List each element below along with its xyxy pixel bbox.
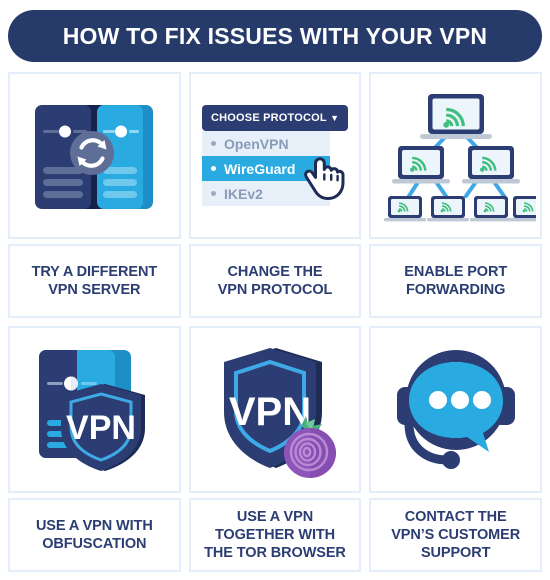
monitor-mid-left — [391, 145, 450, 183]
bullet-icon — [210, 141, 216, 146]
headset-chat-bubble-icon — [396, 350, 515, 469]
hand-cursor-icon — [304, 157, 345, 200]
page-header-banner: HOW TO FIX ISSUES WITH YOUR VPN — [8, 10, 542, 62]
card-label: USE A VPN TOGETHER WITH THE TOR BROWSER — [204, 508, 346, 562]
card-label: CHANGE THE VPN PROTOCOL — [217, 263, 333, 298]
dot-icon — [428, 391, 447, 409]
choose-protocol-button[interactable]: CHOOSE PROTOCOL ▼ — [201, 105, 348, 131]
card-label: ENABLE PORT FORWARDING — [404, 263, 508, 298]
label-box-change-vpn-protocol: CHANGE THE VPN PROTOCOL — [188, 244, 362, 318]
monitor-bottom-1 — [383, 195, 426, 221]
card-use-vpn-with-obfuscation[interactable]: VPN USE A VPN WITH OBFUSCATION — [8, 326, 181, 572]
protocol-dropdown[interactable]: CHOOSE PROTOCOL ▼ OpenVPN WireGuard IKEv… — [201, 105, 348, 206]
network-tree-monitors-icon — [383, 93, 536, 221]
vpn-shield-tor-onion-icon: VPN — [223, 347, 336, 478]
label-box-contact-customer-support: CONTACT THE VPN’S CUSTOMER SUPPORT — [369, 498, 542, 572]
card-enable-port-forwarding[interactable]: ENABLE PORT FORWARDING — [369, 72, 542, 318]
icon-box-try-different-vpn-server — [8, 72, 181, 239]
bullet-icon — [210, 191, 216, 196]
icon-box-change-vpn-protocol: CHOOSE PROTOCOL ▼ OpenVPN WireGuard IKEv… — [188, 72, 362, 239]
card-label: CONTACT THE VPN’S CUSTOMER SUPPORT — [391, 508, 521, 562]
icon-box-use-vpn-with-obfuscation: VPN — [8, 326, 181, 493]
card-label: TRY A DIFFERENT VPN SERVER — [31, 263, 158, 298]
monitor-top — [419, 93, 492, 139]
icon-box-contact-customer-support — [369, 326, 542, 493]
shield-vpn-text: VPN — [229, 390, 311, 434]
protocol-option-label: OpenVPN — [223, 135, 289, 152]
dot-icon — [472, 391, 491, 409]
label-box-enable-port-forwarding: ENABLE PORT FORWARDING — [369, 244, 542, 318]
card-use-vpn-with-tor[interactable]: VPN USE A VPN TOGETHER WITH THE TOR BROW… — [188, 326, 362, 572]
label-box-use-vpn-with-tor: USE A VPN TOGETHER WITH THE TOR BROWSER — [188, 498, 362, 572]
icon-box-use-vpn-with-tor: VPN — [188, 326, 362, 493]
choose-protocol-label: CHOOSE PROTOCOL — [210, 112, 327, 124]
server-with-vpn-shield-icon: VPN — [39, 349, 146, 471]
tips-grid: TRY A DIFFERENT VPN SERVER CHOOSE PROTOC… — [8, 72, 542, 572]
protocol-option-openvpn[interactable]: OpenVPN — [202, 131, 330, 156]
monitor-bottom-2 — [426, 195, 469, 221]
card-contact-customer-support[interactable]: CONTACT THE VPN’S CUSTOMER SUPPORT — [369, 326, 542, 572]
infographic-page: HOW TO FIX ISSUES WITH YOUR VPN TRY A DI… — [0, 0, 550, 580]
monitor-bottom-3 — [469, 195, 512, 221]
protocol-option-label: IKEv2 — [223, 185, 263, 202]
dot-icon — [450, 391, 469, 409]
label-box-try-different-vpn-server: TRY A DIFFERENT VPN SERVER — [8, 244, 181, 318]
monitor-mid-right — [461, 145, 520, 183]
chevron-down-icon: ▼ — [330, 112, 339, 123]
card-label: USE A VPN WITH OBFUSCATION — [35, 517, 153, 552]
card-change-vpn-protocol[interactable]: CHOOSE PROTOCOL ▼ OpenVPN WireGuard IKEv… — [188, 72, 362, 318]
card-try-different-vpn-server[interactable]: TRY A DIFFERENT VPN SERVER — [8, 72, 181, 318]
icon-box-enable-port-forwarding — [369, 72, 542, 239]
protocol-option-label: WireGuard — [223, 160, 296, 177]
shield-vpn-text: VPN — [66, 409, 136, 447]
monitor-bottom-4 — [508, 195, 536, 221]
bullet-icon — [210, 166, 216, 171]
two-servers-sync-icon — [35, 104, 154, 209]
page-title: HOW TO FIX ISSUES WITH YOUR VPN — [62, 22, 488, 49]
label-box-use-vpn-with-obfuscation: USE A VPN WITH OBFUSCATION — [8, 498, 181, 572]
